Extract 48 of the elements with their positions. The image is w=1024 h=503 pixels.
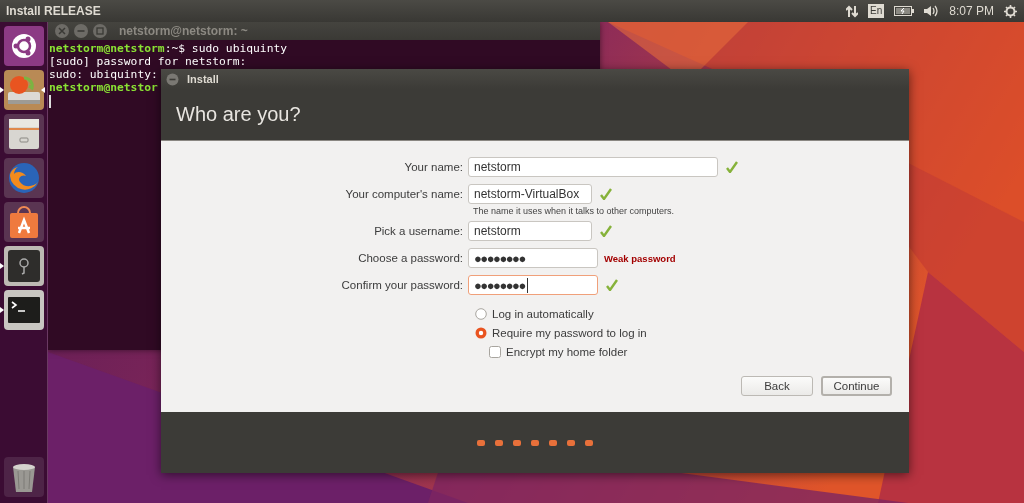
radio-button[interactable] (475, 326, 487, 339)
option-label[interactable]: Require my password to log in (492, 326, 647, 339)
password-field[interactable]: ●●●●●●●● (468, 248, 598, 268)
safe-icon (3, 246, 44, 286)
input-field[interactable]: netstorm (468, 157, 718, 177)
globe-icon (3, 158, 44, 198)
shopping-bag-icon (3, 202, 44, 242)
field-label: Confirm your password: (340, 279, 464, 291)
field-hint: The name it uses when it talks to other computers. (473, 206, 676, 216)
checkbox[interactable] (489, 345, 501, 358)
trash-icon (3, 457, 44, 497)
field-label: Pick a username: (373, 225, 464, 237)
minimize-icon[interactable] (73, 23, 89, 39)
window-title: Install RELEASE (6, 4, 101, 18)
password-strength: Weak password (604, 252, 676, 264)
close-icon[interactable] (166, 72, 179, 86)
page-heading: Who are you? (176, 103, 301, 126)
battery-icon (894, 6, 915, 16)
terminal-line: netstorm@netstorm:~$ sudo ubiquinty (49, 42, 288, 55)
radio-button[interactable] (475, 307, 487, 320)
window-title: netstorm@netstorm: ~ (119, 24, 248, 38)
cursor-icon (49, 95, 51, 108)
input-field[interactable]: netstorm-VirtualBox (468, 184, 592, 204)
keyboard-layout-indicator[interactable]: En (868, 4, 885, 18)
field-label: Your name: (403, 161, 464, 173)
input-field[interactable]: netstorm (468, 221, 592, 241)
terminal-line: [sudo] password for netstorm: (49, 55, 247, 68)
continue-button[interactable]: Continue (821, 376, 892, 396)
clock[interactable]: 8:07 PM (949, 4, 994, 18)
drive-icon (3, 70, 44, 110)
progress-dots-icon (477, 439, 593, 446)
field-label: Your computer's name: (344, 188, 464, 200)
terminal-line: netstorm@netstor (49, 81, 158, 94)
maximize-icon[interactable] (92, 23, 108, 39)
window-title: Install (187, 73, 219, 85)
field-label: Choose a password: (357, 252, 464, 264)
password-field[interactable]: ●●●●●●●● (468, 275, 598, 295)
gear-icon (1004, 4, 1017, 18)
drawer-icon (3, 114, 44, 154)
network-icon (846, 4, 859, 18)
option-label[interactable]: Encrypt my home folder (506, 345, 628, 358)
volume-icon (924, 5, 940, 17)
close-icon[interactable] (54, 23, 70, 39)
terminal-icon (3, 290, 44, 330)
back-button[interactable]: Back (741, 376, 813, 396)
option-label[interactable]: Log in automatically (492, 307, 594, 320)
terminal-line: sudo: ubiquinty: (49, 68, 158, 81)
logo-icon (3, 26, 44, 66)
